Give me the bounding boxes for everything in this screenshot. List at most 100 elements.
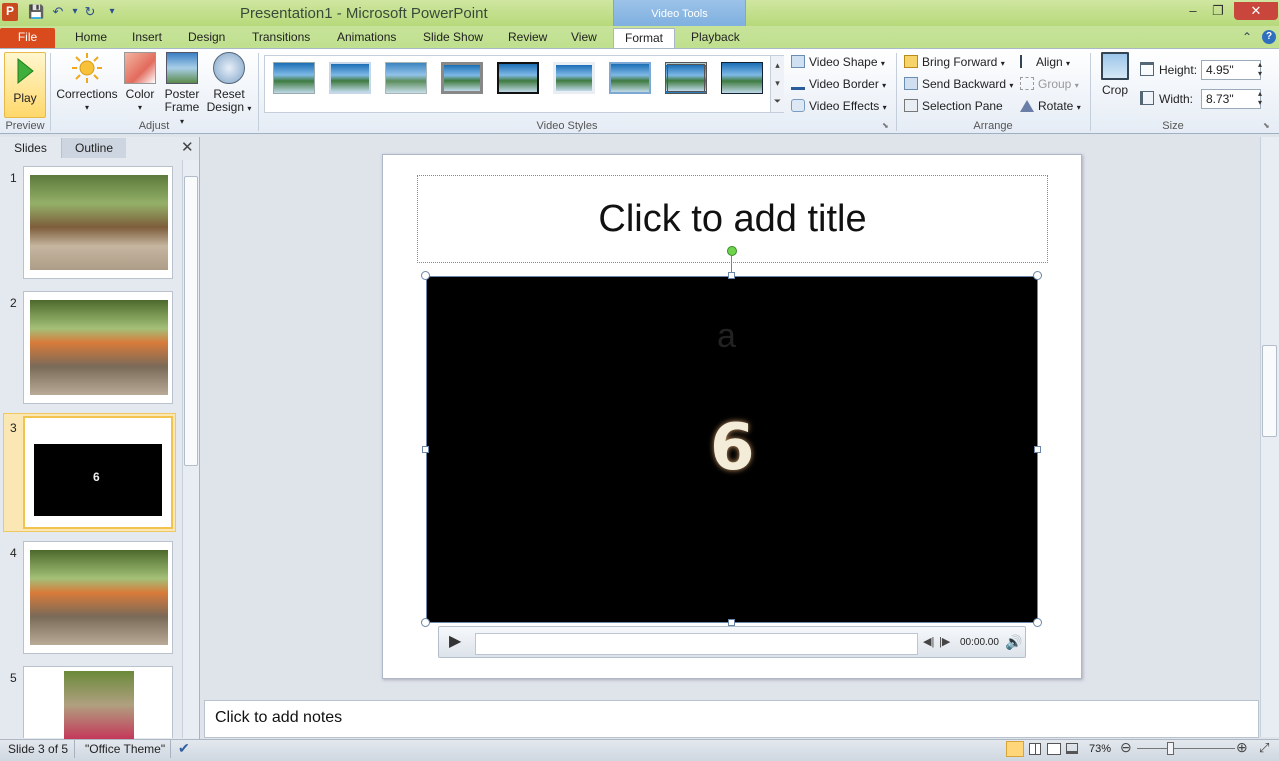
tab-insert[interactable]: Insert <box>130 28 164 48</box>
tab-playback[interactable]: Playback <box>689 28 742 48</box>
scroll-thumb[interactable] <box>1262 345 1277 437</box>
zoom-in-icon[interactable]: ⊕ <box>1236 739 1248 756</box>
slides-scrollbar[interactable] <box>182 160 199 738</box>
width-spinner[interactable]: ▴ ▾ <box>1258 89 1262 107</box>
video-style-1[interactable] <box>273 62 315 94</box>
slide-thumbnail-5[interactable] <box>23 666 173 739</box>
video-style-4[interactable] <box>441 62 483 94</box>
main-scrollbar[interactable] <box>1260 137 1279 737</box>
resize-handle[interactable] <box>421 271 430 280</box>
help-icon[interactable]: ? <box>1262 30 1276 44</box>
group-button[interactable]: Group ▾ <box>1020 75 1079 93</box>
video-shape-button[interactable]: Video Shape ▾ <box>791 53 885 71</box>
notes-pane[interactable]: Click to add notes <box>204 700 1259 738</box>
normal-view-icon[interactable] <box>1006 741 1024 757</box>
zoom-slider[interactable] <box>1137 748 1235 749</box>
video-progress-bar[interactable] <box>475 633 918 655</box>
minimize-button[interactable]: – <box>1180 2 1206 20</box>
video-style-7[interactable] <box>609 62 651 94</box>
save-icon[interactable]: 💾 <box>28 4 44 20</box>
corrections-button[interactable]: Corrections ▾ <box>56 52 118 114</box>
tab-slides[interactable]: Slides <box>0 138 62 158</box>
tab-slide-show[interactable]: Slide Show <box>421 28 485 48</box>
gallery-scroll[interactable]: ▴ ▾ ⏷ <box>770 56 784 112</box>
gallery-more-icon[interactable]: ⏷ <box>771 92 784 110</box>
slide-thumbnail-1[interactable] <box>23 166 173 279</box>
video-style-2[interactable] <box>329 62 371 94</box>
resize-handle[interactable] <box>421 618 430 627</box>
poster-frame-button[interactable]: Poster Frame ▾ <box>162 52 202 128</box>
video-style-6[interactable] <box>553 62 595 94</box>
resize-handle[interactable] <box>422 446 429 453</box>
collapse-ribbon-icon[interactable]: ⌃ <box>1242 30 1252 44</box>
crop-button[interactable]: Crop <box>1097 52 1133 97</box>
width-input[interactable]: 8.73" <box>1201 89 1261 109</box>
resize-handle[interactable] <box>1033 618 1042 627</box>
resize-handle[interactable] <box>1034 446 1041 453</box>
zoom-slider-thumb[interactable] <box>1167 742 1174 755</box>
video-effects-button[interactable]: Video Effects ▾ <box>791 97 887 115</box>
tab-view[interactable]: View <box>569 28 599 48</box>
send-backward-button[interactable]: Send Backward ▾ <box>904 75 1013 93</box>
scroll-thumb[interactable] <box>184 176 198 466</box>
spin-down-icon[interactable]: ▾ <box>1258 98 1262 107</box>
tab-design[interactable]: Design <box>186 28 227 48</box>
color-button[interactable]: Color ▾ <box>122 52 158 114</box>
tab-review[interactable]: Review <box>506 28 549 48</box>
video-border-button[interactable]: Video Border ▾ <box>791 75 886 93</box>
spin-up-icon[interactable]: ▴ <box>1258 60 1262 69</box>
zoom-level[interactable]: 73% <box>1089 741 1111 757</box>
fit-to-window-icon[interactable]: ⤢ <box>1259 740 1269 756</box>
video-style-5[interactable] <box>497 62 539 94</box>
play-button[interactable]: Play <box>4 52 46 118</box>
spin-up-icon[interactable]: ▴ <box>1258 89 1262 98</box>
resize-handle[interactable] <box>1033 271 1042 280</box>
bring-forward-button[interactable]: Bring Forward ▾ <box>904 53 1005 71</box>
reset-design-button[interactable]: Reset Design ▾ <box>206 52 252 115</box>
tab-home[interactable]: Home <box>73 28 109 48</box>
close-button[interactable]: ✕ <box>1234 2 1278 20</box>
dialog-launcher-icon[interactable]: ⬊ <box>882 121 889 130</box>
undo-icon[interactable]: ↶ <box>50 4 66 20</box>
step-forward-button[interactable]: |▶ <box>939 635 950 648</box>
tab-outline[interactable]: Outline <box>62 138 126 158</box>
rotation-handle[interactable] <box>727 246 737 256</box>
slide-sorter-icon[interactable] <box>1029 743 1041 755</box>
gallery-up-icon[interactable]: ▴ <box>771 56 784 74</box>
tab-format[interactable]: Format <box>613 28 675 48</box>
slide-thumbnail-2[interactable] <box>23 291 173 404</box>
spelling-check-icon[interactable]: ✔ <box>178 740 190 757</box>
undo-dropdown-icon[interactable]: ▾ <box>67 4 83 20</box>
close-pane-icon[interactable]: ✕ <box>181 139 194 157</box>
tab-animations[interactable]: Animations <box>335 28 398 48</box>
gallery-down-icon[interactable]: ▾ <box>771 74 784 92</box>
video-style-8[interactable] <box>665 62 707 94</box>
restore-button[interactable]: ❐ <box>1205 2 1231 20</box>
selection-pane-button[interactable]: Selection Pane <box>904 97 1003 115</box>
tab-file[interactable]: File <box>0 28 55 48</box>
resize-handle[interactable] <box>728 619 735 626</box>
video-object[interactable]: a 6 <box>426 276 1038 623</box>
theme-name[interactable]: "Office Theme" <box>85 741 165 757</box>
tab-transitions[interactable]: Transitions <box>250 28 312 48</box>
height-input[interactable]: 4.95" <box>1201 60 1261 80</box>
dialog-launcher-icon[interactable]: ⬊ <box>1263 121 1270 130</box>
video-play-button[interactable]: ▶ <box>449 634 461 650</box>
step-back-button[interactable]: ◀| <box>923 635 934 648</box>
redo-icon[interactable]: ↻ <box>82 4 98 20</box>
reading-view-icon[interactable] <box>1047 743 1061 755</box>
powerpoint-app-icon[interactable]: P <box>2 3 18 21</box>
zoom-out-icon[interactable]: ⊖ <box>1120 739 1132 756</box>
slideshow-view-icon[interactable] <box>1066 743 1078 754</box>
video-style-9[interactable] <box>721 62 763 94</box>
align-button[interactable]: Align ▾ <box>1020 53 1070 71</box>
spin-down-icon[interactable]: ▾ <box>1258 69 1262 78</box>
volume-icon[interactable]: 🔊 <box>1005 634 1022 651</box>
customize-qat-icon[interactable]: ▾ <box>104 4 120 20</box>
height-spinner[interactable]: ▴ ▾ <box>1258 60 1262 78</box>
resize-handle[interactable] <box>728 272 735 279</box>
video-style-3[interactable] <box>385 62 427 94</box>
slide-thumbnail-4[interactable] <box>23 541 173 654</box>
slide-thumbnail-3[interactable]: 6 <box>23 416 173 529</box>
rotate-button[interactable]: Rotate ▾ <box>1020 97 1081 115</box>
